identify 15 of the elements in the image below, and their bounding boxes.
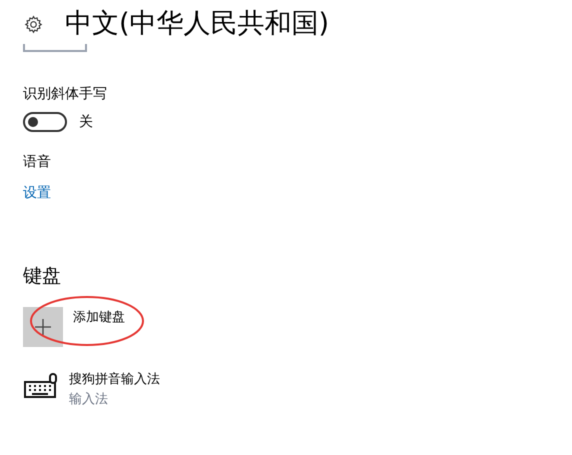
section-heading: 键盘 <box>23 264 62 288</box>
toggle-switch[interactable] <box>23 112 67 132</box>
setting-label: 识别斜体手写 <box>23 85 108 103</box>
keyboard-icon <box>24 373 58 399</box>
add-keyboard-button[interactable] <box>23 307 63 347</box>
settings-icon <box>24 14 43 34</box>
keyboard-name[interactable]: 搜狗拼音输入法 <box>69 371 160 389</box>
settings-link[interactable]: 设置 <box>23 185 51 201</box>
button-outline <box>23 44 87 52</box>
keyboard-type: 输入法 <box>69 391 109 409</box>
plus-icon <box>34 318 52 336</box>
page-title: 中文(中华人民共和国) <box>65 8 330 40</box>
toggle-state: 关 <box>79 112 93 132</box>
add-keyboard-label[interactable]: 添加键盘 <box>73 309 125 327</box>
setting-label: 语音 <box>23 153 52 171</box>
